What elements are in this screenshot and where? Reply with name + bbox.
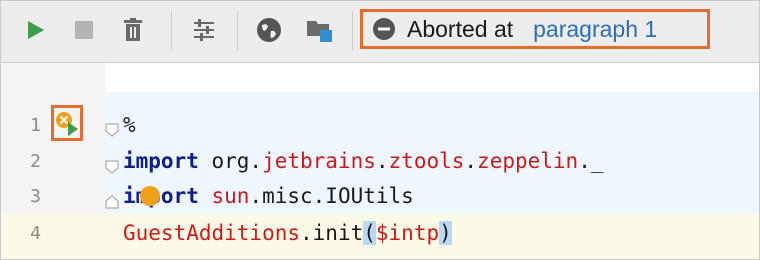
zeppelin-paragraph: Aborted at paragraph 1 1% 2 import org.jet… [0,0,760,260]
toolbar: Aborted at paragraph 1 [1,1,759,63]
code-line: 4 GuestAdditions.init($intp) [1,219,759,255]
code-token: GuestAdditions [123,221,301,245]
code-token: ._ [578,149,604,173]
line-number: 2 [30,151,41,172]
code-token: org. [198,149,263,173]
code-token: .init [300,221,364,245]
code-text[interactable]: % [123,113,136,137]
code-text[interactable]: import org.jetbrains.ztools.zeppelin._ [123,149,604,173]
breakpoint-dot-icon [140,186,160,206]
line-number: 3 [30,186,41,207]
code-token: import [123,149,199,173]
code-token: . [464,149,478,173]
code-text[interactable]: GuestAdditions.init($intp) [123,221,452,245]
code-token: ztools [388,149,465,173]
code-token: jetbrains [262,149,376,173]
code-token: % [123,113,136,137]
status-paragraph-link[interactable]: paragraph 1 [533,16,657,43]
code-token: . [375,149,389,173]
delete-icon[interactable] [117,14,149,46]
fold-marker-icon[interactable] [105,123,119,137]
code-token: ) [439,221,452,245]
code-token: import [123,184,199,208]
code-token: zeppelin [477,149,579,173]
code-text[interactable]: import sun.misc.IOUtils [123,184,414,208]
code-token: sun [211,184,250,208]
status-text: Aborted at [407,15,514,42]
paragraph-status: Aborted at paragraph 1 [360,9,710,49]
code-token: ( [363,221,376,245]
folder-icon[interactable] [303,14,335,46]
line-number: 1 [30,115,41,136]
stop-icon[interactable] [68,14,100,46]
abort-icon [373,18,395,40]
code-token: $intp [375,221,440,245]
run-icon[interactable] [19,14,51,46]
editor-top-strip [105,63,759,92]
globe-icon[interactable] [253,14,285,46]
line-number: 4 [30,223,41,244]
toolbar-separator [352,11,353,51]
code-token: .misc.IOUtils [249,184,414,208]
toolbar-separator [171,11,172,51]
fold-marker-icon[interactable] [105,195,119,209]
fold-marker-icon[interactable] [105,160,119,174]
toolbar-separator [237,11,238,51]
settings-sliders-icon[interactable] [188,14,220,46]
